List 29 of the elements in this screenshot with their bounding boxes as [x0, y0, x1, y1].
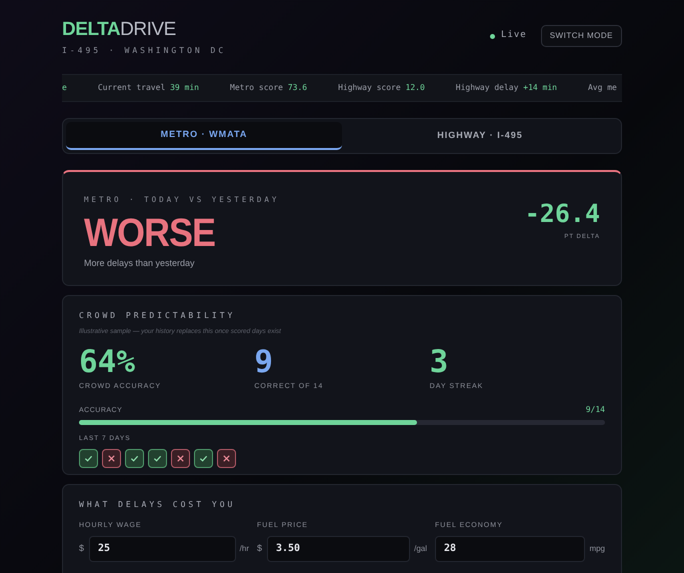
unit-suffix: mpg	[589, 542, 605, 554]
location-subtitle: I-495 · WASHINGTON DC	[62, 45, 226, 57]
currency-prefix: $	[257, 542, 263, 555]
value-input[interactable]: 3.50	[267, 536, 410, 562]
value-input[interactable]: 25	[89, 536, 236, 562]
status-label: Live	[501, 29, 527, 42]
stat-value: 3	[430, 344, 450, 379]
unit-suffix: /gal	[414, 542, 427, 554]
switch-mode-button[interactable]: SWITCH MODE	[540, 25, 622, 47]
stat-value: 9	[254, 344, 274, 379]
value-input[interactable]: 28	[435, 536, 586, 562]
brand-logo: DELTADRIVE	[62, 20, 177, 40]
ticker-item: Current travel 39 min	[98, 82, 199, 94]
accuracy-reading: 9/14	[586, 404, 605, 416]
mode-tab[interactable]: HIGHWAY · I-495	[342, 122, 618, 150]
verdict-note: More delays than yesterday	[84, 257, 196, 270]
section-title: WHAT DELAYS COST YOU	[79, 499, 236, 511]
delta-value: -26.4	[524, 200, 600, 228]
ticker-item: Avg me	[588, 82, 617, 94]
ticker-item: Highway delay +14 min	[456, 82, 557, 94]
verdict-headline: WORSE	[84, 211, 216, 256]
unit-suffix: /hr	[240, 542, 249, 554]
section-title: CROWD PREDICTABILITY	[79, 310, 236, 322]
ticker-item: Metro score 73.6	[230, 82, 308, 94]
currency-prefix: $	[79, 542, 85, 555]
mode-tab[interactable]: METRO · WMATA	[66, 122, 342, 150]
ticker-item: Highway score 12.0	[338, 82, 425, 94]
ticker-item: e	[62, 82, 67, 94]
stat-value: 64%	[79, 344, 136, 379]
